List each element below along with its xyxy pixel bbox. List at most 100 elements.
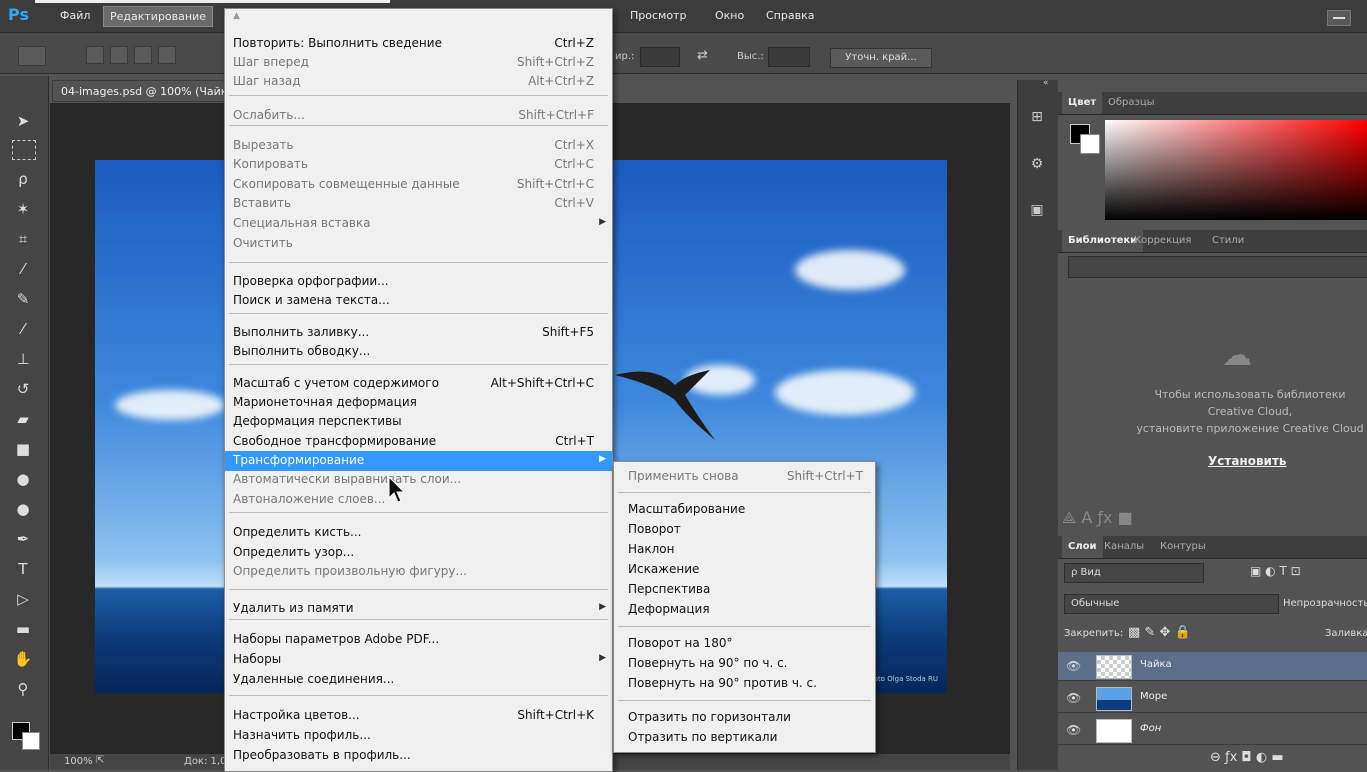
properties-panel-icon[interactable]: ⚙ [1024, 152, 1050, 176]
layer-row[interactable]: 👁 Фон [1058, 716, 1367, 745]
edit-menu-item[interactable]: Удалить из памяти ▶ [225, 599, 612, 619]
filter-icons[interactable]: ▣ ◐ T ⊡ [1250, 564, 1301, 578]
crop-tool-icon[interactable]: ⌗ [10, 228, 36, 250]
edit-menu-item[interactable]: Назначить профиль... [225, 726, 612, 746]
edit-menu-item[interactable]: Определить узор... [225, 543, 612, 563]
blend-mode-select[interactable]: Обычные [1064, 594, 1279, 614]
menu-file[interactable]: Файл [60, 9, 90, 22]
background-color-swatch[interactable] [22, 732, 40, 750]
document-tab[interactable]: 04-images.psd @ 100% (Чайка [52, 80, 232, 102]
blur-tool-icon[interactable]: ● [10, 468, 36, 490]
transform-menu-item[interactable]: Поворот на 180° [614, 634, 875, 654]
minimize-button[interactable] [1327, 10, 1351, 26]
edit-menu-item[interactable]: Наборы ▶ [225, 650, 612, 670]
tab-layers[interactable]: Слои [1062, 536, 1103, 558]
transform-menu-item[interactable]: Повернуть на 90° по ч. с. [614, 654, 875, 674]
layer-name[interactable]: Море [1140, 691, 1167, 702]
export-icon[interactable]: ⇱ [96, 755, 104, 766]
eye-icon[interactable]: 👁 [1066, 723, 1081, 737]
library-footer-icons[interactable]: ⟁ A ƒx ■ [1062, 508, 1133, 528]
edit-menu-item[interactable]: Проверка орфографии... [225, 272, 612, 292]
edit-menu-item[interactable]: Трансформирование ▶ [225, 451, 612, 471]
menu-help[interactable]: Справка [766, 9, 814, 22]
transform-menu-item[interactable]: Повернуть на 90° против ч. с. [614, 674, 875, 694]
edit-menu-item[interactable]: Свободное трансформирование Ctrl+T [225, 432, 612, 452]
edit-menu-item[interactable]: Наборы параметров Adobe PDF... [225, 630, 612, 650]
path-selection-icon[interactable]: ▷ [10, 588, 36, 610]
tab-channels[interactable]: Каналы [1098, 536, 1150, 558]
width-field[interactable] [640, 47, 680, 67]
edit-menu-item[interactable]: Масштаб с учетом содержимого Alt+Shift+Ct… [225, 374, 612, 394]
edit-menu-item[interactable]: Деформация перспективы [225, 412, 612, 432]
edit-menu-item[interactable]: Выполнить заливку... Shift+F5 [225, 323, 612, 343]
zoom-tool-icon[interactable]: ⚲ [10, 678, 36, 700]
transform-menu-item[interactable]: Перспектива [614, 580, 875, 600]
edit-menu-item[interactable]: Настройка цветов... Shift+Ctrl+K [225, 706, 612, 726]
history-brush-icon[interactable]: ↺ [10, 378, 36, 400]
eyedropper-icon[interactable]: ⁄ [10, 258, 36, 280]
hand-tool-icon[interactable]: ✋ [10, 648, 36, 670]
tab-styles[interactable]: Стили [1206, 230, 1250, 252]
rectangle-tool-icon[interactable]: ▬ [10, 618, 36, 640]
transform-menu-item[interactable]: Искажение [614, 560, 875, 580]
zoom-level[interactable]: 100% [64, 756, 93, 767]
swap-icon[interactable]: ⇄ [697, 48, 708, 63]
layer-filter[interactable]: ρ Вид [1064, 563, 1204, 583]
transform-menu-item[interactable]: Отразить по вертикали [614, 728, 875, 748]
scroll-up-icon[interactable]: ▲ [233, 11, 240, 21]
tab-swatches[interactable]: Образцы [1102, 92, 1161, 114]
layer-name[interactable]: Фон [1140, 723, 1161, 734]
type-tool-icon[interactable]: T [10, 558, 36, 580]
tab-color[interactable]: Цвет [1062, 92, 1103, 114]
subtract-selection-icon[interactable] [134, 46, 152, 64]
layer-row[interactable]: 👁 Море [1058, 684, 1367, 713]
edit-menu-item[interactable]: Преобразовать в профиль... [225, 746, 612, 766]
tab-adjustments[interactable]: Коррекция [1128, 230, 1197, 252]
actions-panel-icon[interactable]: ▣ [1024, 198, 1050, 222]
edit-menu-item[interactable]: Определить кисть... [225, 523, 612, 543]
history-panel-icon[interactable]: ⊞ [1024, 105, 1050, 129]
edit-menu-item[interactable]: Повторить: Выполнить сведение Ctrl+Z [225, 34, 612, 54]
add-selection-icon[interactable] [110, 46, 128, 64]
layer-footer-icons[interactable]: ⊖ ƒx ◘ ◐ ▬ [1210, 750, 1284, 765]
transform-menu-item[interactable]: Поворот [614, 520, 875, 540]
eye-icon[interactable]: 👁 [1066, 659, 1081, 673]
brush-tool-icon[interactable]: ⁄ [10, 318, 36, 340]
magic-wand-icon[interactable]: ✶ [10, 198, 36, 220]
transform-menu-item[interactable]: Масштабирование [614, 500, 875, 520]
eye-icon[interactable]: 👁 [1066, 691, 1081, 705]
height-field[interactable] [768, 47, 810, 67]
menu-window[interactable]: Окно [715, 9, 744, 22]
marquee-preset-icon[interactable] [18, 46, 46, 66]
layer-name[interactable]: Чайка [1140, 659, 1172, 670]
transform-menu-item[interactable]: Отразить по горизонтали [614, 708, 875, 728]
transform-menu-item[interactable]: Деформация [614, 600, 875, 620]
clone-stamp-icon[interactable]: ⊥ [10, 348, 36, 370]
panel-background-swatch[interactable] [1080, 134, 1100, 154]
eraser-icon[interactable]: ▰ [10, 408, 36, 430]
pen-tool-icon[interactable]: ✒ [10, 528, 36, 550]
intersect-selection-icon[interactable] [158, 46, 176, 64]
color-spectrum[interactable] [1105, 120, 1367, 220]
edit-menu-item[interactable]: Марионеточная деформация [225, 393, 612, 413]
install-link[interactable]: Установить [1208, 454, 1287, 468]
edit-menu-item[interactable]: Поиск и замена текста... [225, 291, 612, 311]
edit-menu-item[interactable]: Выполнить обводку... [225, 342, 612, 362]
refine-edge-button[interactable]: Уточн. край... [830, 48, 932, 68]
new-selection-icon[interactable] [86, 46, 104, 64]
move-tool-icon[interactable]: ➤ [10, 110, 36, 132]
menu-view[interactable]: Просмотр [630, 9, 686, 22]
lasso-tool-icon[interactable]: ρ [10, 168, 36, 190]
transform-menu-item[interactable]: Наклон [614, 540, 875, 560]
healing-brush-icon[interactable]: ✎ [10, 288, 36, 310]
library-dropdown[interactable] [1068, 256, 1367, 278]
layer-row[interactable]: 👁 Чайка [1058, 652, 1367, 681]
lock-icons[interactable]: ▩ ✎ ✥ 🔒 [1128, 625, 1191, 640]
menu-edit[interactable]: Редактирование [103, 6, 213, 27]
collapse-icon[interactable]: « [1043, 78, 1049, 88]
gradient-tool-icon[interactable]: ■ [10, 438, 36, 460]
marquee-tool-icon[interactable] [12, 140, 36, 160]
dodge-tool-icon[interactable]: ● [10, 498, 36, 520]
edit-menu-item[interactable]: Удаленные соединения... [225, 670, 612, 690]
tab-paths[interactable]: Контуры [1154, 536, 1212, 558]
